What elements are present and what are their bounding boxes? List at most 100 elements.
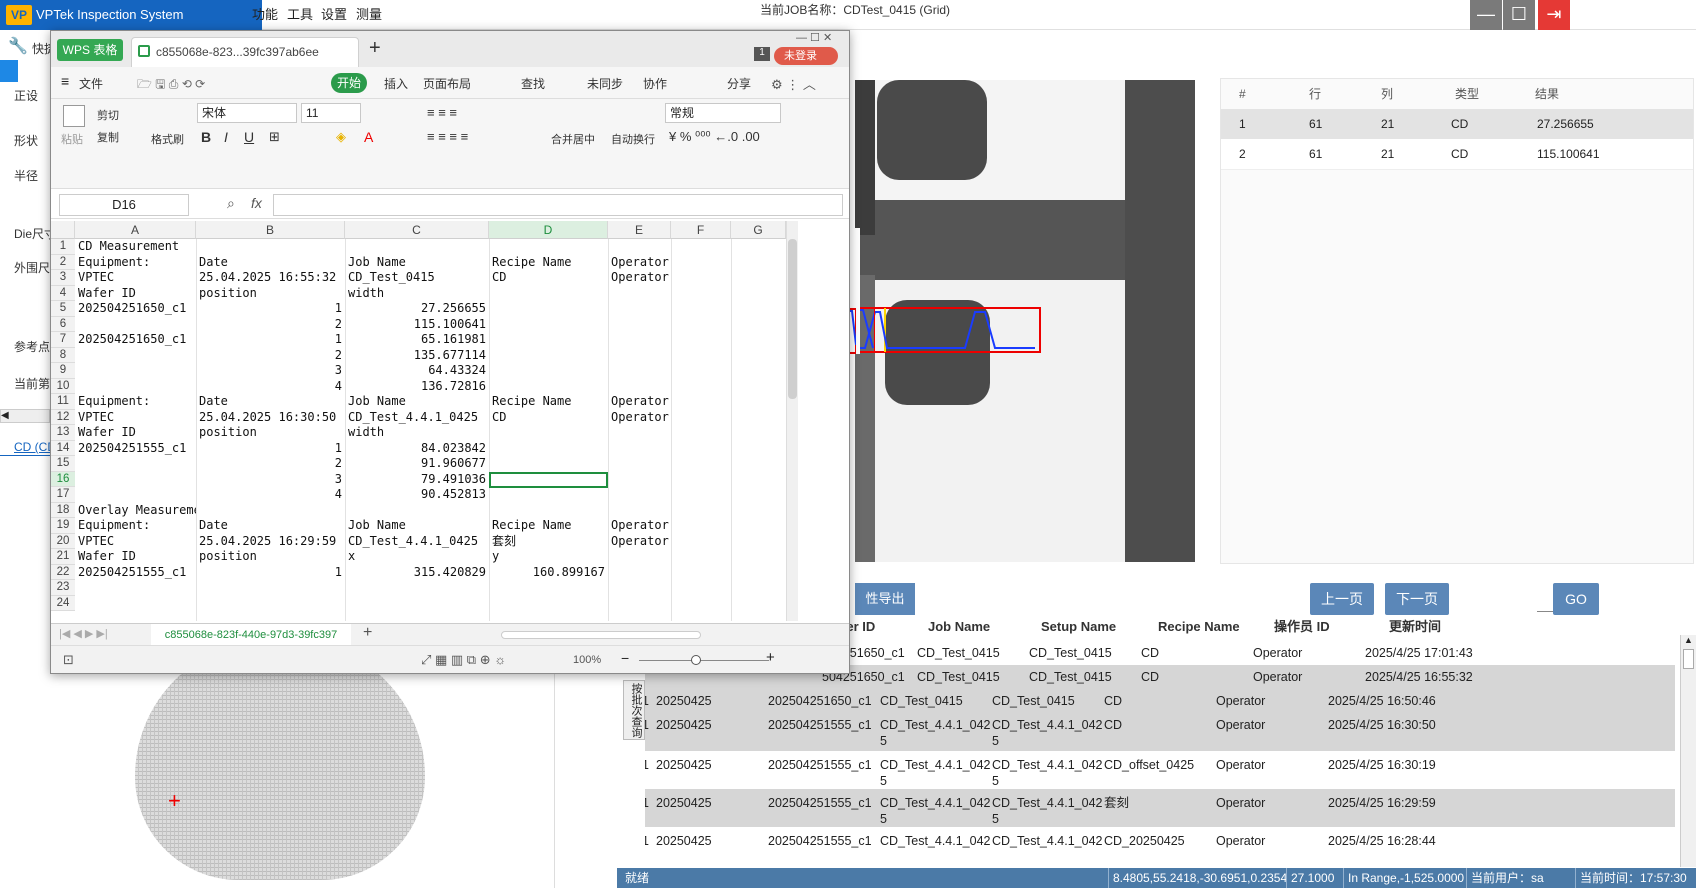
- wps-spreadsheet-window[interactable]: WPS 表格 c855068e-823...39fc397ab6ee + 1 未…: [50, 30, 850, 674]
- function-icon[interactable]: fx: [251, 195, 262, 211]
- paste-icon[interactable]: [63, 105, 85, 127]
- go-button[interactable]: GO: [1553, 583, 1599, 615]
- table-cell[interactable]: 1: [199, 332, 345, 348]
- table-row[interactable]: 1 20250425 202504251555_c1 CD_Test_4.4.1…: [645, 751, 1675, 789]
- row-header[interactable]: 10: [51, 378, 75, 394]
- col-job-name[interactable]: Job Name: [928, 615, 990, 639]
- row-header[interactable]: 4: [51, 285, 75, 301]
- row-header[interactable]: 7: [51, 332, 75, 348]
- menu-unsynced[interactable]: 未同步: [587, 75, 623, 92]
- table-cell[interactable]: Recipe Name: [492, 518, 608, 534]
- table-cell[interactable]: 1: [199, 565, 345, 581]
- table-cell[interactable]: 64.43324: [348, 363, 489, 379]
- batch-query-tab[interactable]: 按批次查询: [623, 680, 645, 740]
- wps-document-tab[interactable]: c855068e-823...39fc397ab6ee: [131, 37, 359, 67]
- table-cell[interactable]: 136.72816: [348, 379, 489, 395]
- col-update-time[interactable]: 更新时间: [1389, 615, 1441, 639]
- menu-page-layout[interactable]: 页面布局: [423, 75, 471, 92]
- table-cell[interactable]: 4: [199, 379, 345, 395]
- menu-insert[interactable]: 插入: [384, 75, 408, 92]
- format-painter-button[interactable]: 格式刷: [151, 131, 184, 147]
- table-cell[interactable]: 1: [199, 301, 345, 317]
- table-cell[interactable]: CD_Test_0415: [348, 270, 489, 286]
- table-cell[interactable]: position: [199, 286, 345, 302]
- sheet-nav-arrows-icon[interactable]: |◀ ◀ ▶ ▶|: [59, 627, 108, 640]
- zoom-out-icon[interactable]: −: [621, 650, 629, 666]
- copy-button[interactable]: 复制: [97, 129, 119, 145]
- row-header[interactable]: 24: [51, 595, 75, 611]
- menu-function[interactable]: 功能: [252, 0, 278, 30]
- table-cell[interactable]: Operator: [611, 394, 671, 410]
- table-cell[interactable]: 115.100641: [348, 317, 489, 333]
- number-format-icons[interactable]: ¥ % ⁰⁰⁰ ←.0 .00: [669, 129, 760, 145]
- column-header[interactable]: A: [75, 221, 196, 239]
- table-cell[interactable]: 84.023842: [348, 441, 489, 457]
- row-header[interactable]: 18: [51, 502, 75, 518]
- macro-icon[interactable]: ⊡: [63, 652, 74, 668]
- table-row[interactable]: 1 20250425 202504251650_c1 CD_Test_0415 …: [645, 689, 1675, 713]
- table-cell[interactable]: width: [348, 425, 489, 441]
- table-cell[interactable]: 202504251555_c1: [78, 565, 196, 581]
- column-header[interactable]: G: [731, 221, 786, 239]
- table-cell[interactable]: Date: [199, 394, 345, 410]
- row-header[interactable]: 22: [51, 564, 75, 580]
- column-header[interactable]: E: [608, 221, 671, 239]
- col-setup-name[interactable]: Setup Name: [1041, 615, 1116, 639]
- row-header[interactable]: 17: [51, 487, 75, 503]
- underline-icon[interactable]: U: [244, 129, 254, 145]
- table-cell[interactable]: Equipment:: [78, 255, 196, 271]
- menu-file[interactable]: 文件: [79, 75, 103, 92]
- results-row[interactable]: 2 61 21 CD 115.100641: [1221, 139, 1693, 170]
- minimize-icon[interactable]: —: [1470, 0, 1502, 30]
- new-tab-icon[interactable]: +: [369, 37, 381, 60]
- hamburger-icon[interactable]: ≡: [61, 73, 69, 89]
- table-cell[interactable]: CD: [492, 270, 608, 286]
- window-count-icon[interactable]: 1: [754, 47, 770, 61]
- menu-collaborate[interactable]: 协作: [643, 75, 667, 92]
- table-cell[interactable]: Date: [199, 518, 345, 534]
- table-cell[interactable]: position: [199, 549, 345, 565]
- cell-reference-box[interactable]: D16: [59, 194, 189, 216]
- prev-page-button[interactable]: 上一页: [1310, 583, 1374, 615]
- table-cell[interactable]: 2: [199, 317, 345, 333]
- table-cell[interactable]: 79.491036: [348, 472, 489, 488]
- menu-measure[interactable]: 测量: [356, 0, 382, 30]
- table-cell[interactable]: 3: [199, 472, 345, 488]
- table-cell[interactable]: 25.04.2025 16:55:32: [199, 270, 345, 286]
- inspection-image[interactable]: [855, 80, 1195, 562]
- table-cell[interactable]: 1: [199, 441, 345, 457]
- row-header[interactable]: 1: [51, 239, 75, 255]
- formula-input[interactable]: [273, 194, 843, 216]
- select-all-corner[interactable]: [51, 221, 75, 239]
- table-cell[interactable]: y: [492, 549, 608, 565]
- results-row[interactable]: 1 61 21 CD 27.256655: [1221, 109, 1693, 140]
- col-operator-id[interactable]: 操作员 ID: [1274, 615, 1330, 639]
- zoom-slider[interactable]: [639, 660, 769, 661]
- table-row[interactable]: 1 20250425 202504251555_c1 CD_Test_4.4.1…: [645, 829, 1675, 853]
- table-cell[interactable]: 27.256655: [348, 301, 489, 317]
- table-cell[interactable]: Date: [199, 255, 345, 271]
- selected-cell[interactable]: [489, 471, 608, 488]
- table-cell[interactable]: Equipment:: [78, 394, 196, 410]
- table-cell[interactable]: position: [199, 425, 345, 441]
- menu-search[interactable]: 查找: [521, 75, 545, 92]
- table-cell[interactable]: 90.452813: [348, 487, 489, 503]
- col-recipe-name[interactable]: Recipe Name: [1158, 615, 1240, 639]
- row-header[interactable]: 20: [51, 533, 75, 549]
- font-size-select[interactable]: 11: [301, 103, 361, 123]
- row-header[interactable]: 5: [51, 301, 75, 317]
- view-mode-icons[interactable]: ⤢ ▦ ▥ ⧉ ⊕ ☼: [421, 652, 506, 668]
- table-cell[interactable]: 65.161981: [348, 332, 489, 348]
- table-cell[interactable]: 160.899167: [492, 565, 608, 581]
- table-cell[interactable]: Overlay Measurement: [78, 503, 196, 519]
- sheet-horizontal-scrollbar[interactable]: [501, 631, 701, 639]
- records-scrollbar[interactable]: ▲: [1680, 635, 1696, 867]
- column-header[interactable]: D: [489, 221, 608, 239]
- column-header[interactable]: B: [196, 221, 345, 239]
- italic-icon[interactable]: I: [224, 129, 228, 145]
- table-cell[interactable]: Job Name: [348, 255, 489, 271]
- menu-share[interactable]: 分享: [727, 75, 751, 92]
- table-cell[interactable]: 202504251650_c1: [78, 332, 196, 348]
- table-cell[interactable]: 25.04.2025 16:29:59: [199, 534, 345, 550]
- table-cell[interactable]: 202504251650_c1: [78, 301, 196, 317]
